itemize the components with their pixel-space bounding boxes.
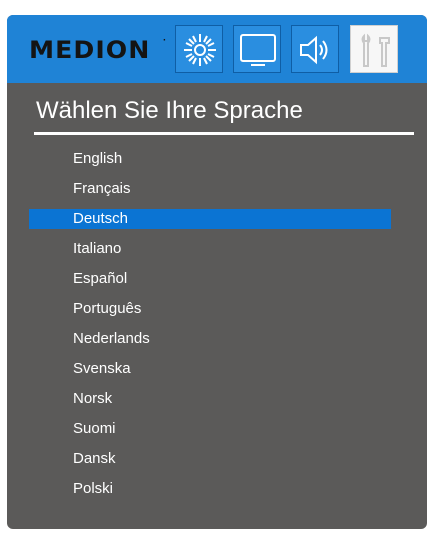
language-item-norwegian[interactable]: Norsk xyxy=(7,384,427,414)
language-item-german[interactable]: Deutsch xyxy=(7,204,427,234)
brightness-icon xyxy=(184,34,216,66)
tab-audio[interactable] xyxy=(291,25,339,73)
language-item-polish[interactable]: Polski xyxy=(7,474,427,504)
page-title: Wählen Sie Ihre Sprache xyxy=(36,97,303,124)
language-item-dutch[interactable]: Nederlands xyxy=(7,324,427,354)
tab-display[interactable] xyxy=(233,25,281,73)
language-item-swedish[interactable]: Svenska xyxy=(7,354,427,384)
tab-picture[interactable] xyxy=(175,25,223,73)
language-item-portuguese[interactable]: Português xyxy=(7,294,427,324)
medion-logo-mark: · xyxy=(163,35,167,46)
screen-icon xyxy=(240,34,276,66)
language-item-english[interactable]: English xyxy=(7,144,427,174)
title-divider xyxy=(34,132,414,135)
language-item-italian[interactable]: Italiano xyxy=(7,234,427,264)
osd-top-bar: MEDION · xyxy=(7,15,427,83)
medion-logo: MEDION xyxy=(29,36,151,64)
speaker-icon xyxy=(300,35,328,65)
osd-menu-panel: MEDION · Wählen Sie Ihre Sprache English… xyxy=(7,15,427,529)
tab-setup[interactable] xyxy=(350,25,398,73)
tools-icon xyxy=(361,33,390,67)
language-item-spanish[interactable]: Español xyxy=(7,264,427,294)
language-item-finnish[interactable]: Suomi xyxy=(7,414,427,444)
language-item-danish[interactable]: Dansk xyxy=(7,444,427,474)
language-list: English Français Deutsch Italiano Españo… xyxy=(7,144,427,504)
language-item-french[interactable]: Français xyxy=(7,174,427,204)
